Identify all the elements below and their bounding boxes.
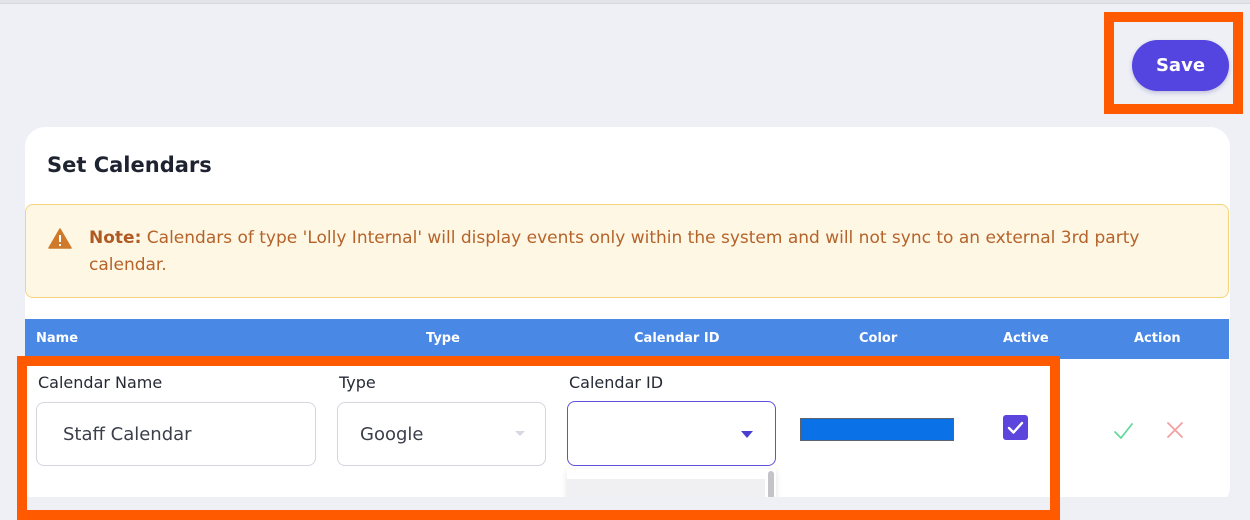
column-header-color: Color (859, 331, 898, 346)
top-divider (0, 0, 1250, 4)
page-title: Set Calendars (47, 153, 212, 177)
note-banner: Note: Calendars of type 'Lolly Internal'… (25, 204, 1229, 298)
save-button[interactable]: Save (1132, 40, 1229, 91)
column-header-active: Active (1003, 331, 1049, 346)
column-header-calendar-id: Calendar ID (634, 331, 720, 346)
note-message: Note: Calendars of type 'Lolly Internal'… (89, 225, 1199, 279)
column-header-type: Type (426, 331, 460, 346)
confirm-check-icon[interactable] (1112, 420, 1134, 442)
table-header: Name Type Calendar ID Color Active Actio… (25, 319, 1229, 359)
column-header-name: Name (36, 331, 79, 346)
row-highlight-box (17, 356, 1060, 520)
cancel-x-icon[interactable] (1165, 420, 1185, 440)
note-label: Note: (89, 228, 142, 248)
note-body: Calendars of type 'Lolly Internal' will … (89, 228, 1140, 275)
column-header-action: Action (1134, 331, 1181, 346)
warning-icon (48, 228, 72, 249)
